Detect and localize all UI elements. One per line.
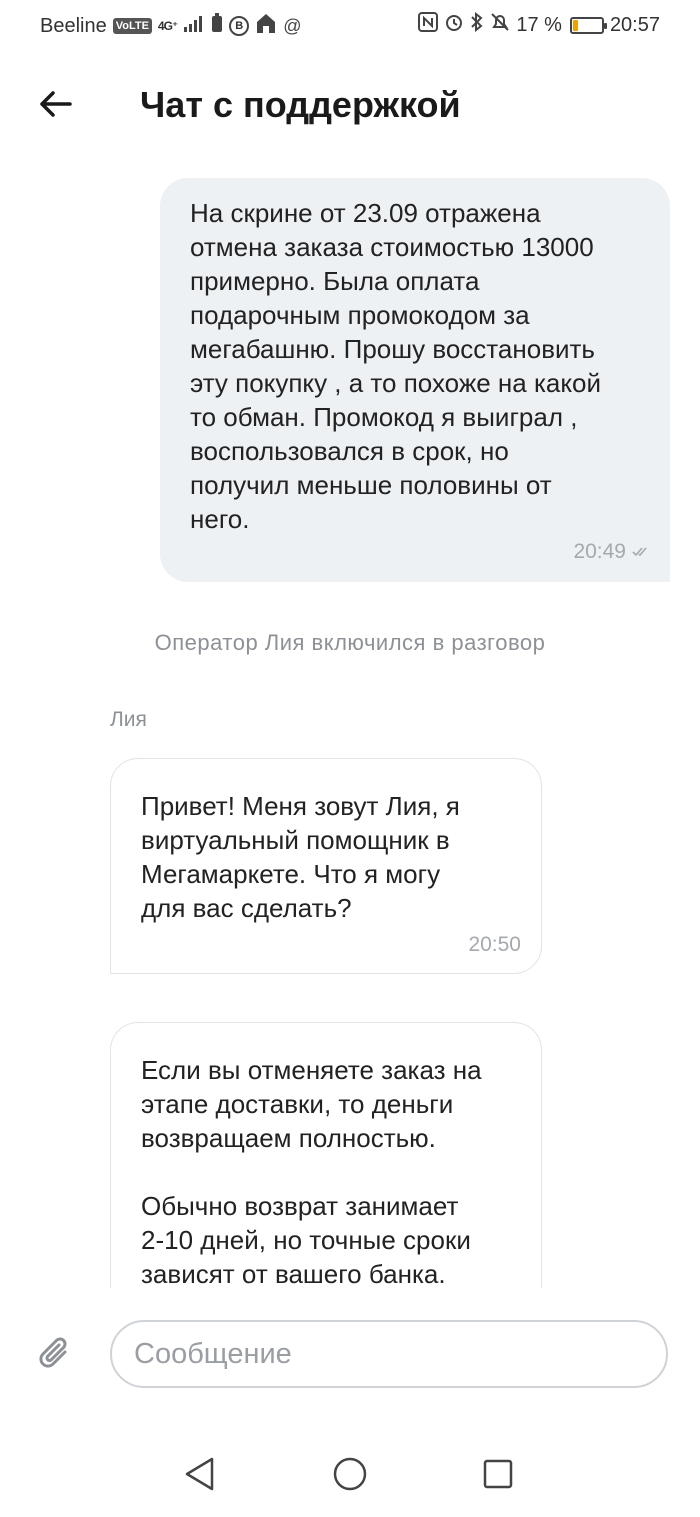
message-text: На скрине от 23.09 отражена отмена заказ… [190,198,602,534]
message-time: 20:49 [573,540,626,563]
back-button[interactable] [30,82,80,126]
battery-saver-icon [211,13,223,39]
arrow-left-icon [40,91,72,117]
vk-notification-icon: B [229,16,250,36]
incoming-message-bubble[interactable]: Привет! Меня зовут Лия, я виртуальный по… [110,758,542,974]
alarm-icon [444,12,464,38]
network-type: 4G⁺ [157,19,178,33]
at-sign-icon: @ [283,15,302,36]
nav-recents-button[interactable] [468,1444,528,1504]
double-check-icon [632,540,650,564]
system-notice: Оператор Лия включился в разговор [154,630,546,655]
clock: 20:57 [609,13,660,36]
status-bar-left: Beeline VoLTE 4G⁺ B @ [40,12,302,40]
message-paragraph: Обычно возврат занимает 2-10 дней, но то… [141,1191,471,1288]
nfc-icon [418,12,439,38]
nav-back-button[interactable] [170,1444,230,1504]
attach-button[interactable] [30,1328,80,1378]
carrier-name: Beeline [40,14,107,37]
battery-icon [569,16,607,34]
nav-home-button[interactable] [320,1444,380,1504]
message-meta: 20:49 [573,540,650,564]
home-notification-icon [255,12,277,40]
signal-icon [183,15,205,38]
message-composer [0,1300,700,1410]
page-title: Чат с поддержкой [140,84,461,125]
battery-percent: 17 % [516,13,562,36]
status-bar-right: 17 % 20:57 [418,11,660,38]
status-bar: Beeline VoLTE 4G⁺ B @ 17 % 20:57 [0,0,700,50]
volte-badge: VoLTE [112,18,152,34]
square-recents-icon [483,1459,513,1489]
chat-header: Чат с поддержкой [0,70,700,140]
message-text: Привет! Меня зовут Лия, я виртуальный по… [141,791,460,923]
outgoing-message-bubble[interactable]: На скрине от 23.09 отражена отмена заказ… [160,178,670,582]
paperclip-icon [39,1337,67,1368]
message-paragraph: Если вы отменяете заказ на этапе доставк… [141,1055,482,1153]
chat-messages[interactable]: На скрине от 23.09 отражена отмена заказ… [0,150,700,1288]
message-input[interactable] [110,1320,668,1388]
triangle-back-icon [185,1457,214,1491]
circle-home-icon [333,1457,367,1491]
system-navigation-bar [0,1430,700,1517]
bluetooth-icon [470,11,484,38]
incoming-message-bubble[interactable]: Если вы отменяете заказ на этапе доставк… [110,1022,542,1288]
message-time: 20:50 [468,933,521,956]
operator-name: Лия [110,708,147,731]
mute-bell-icon [490,12,510,38]
